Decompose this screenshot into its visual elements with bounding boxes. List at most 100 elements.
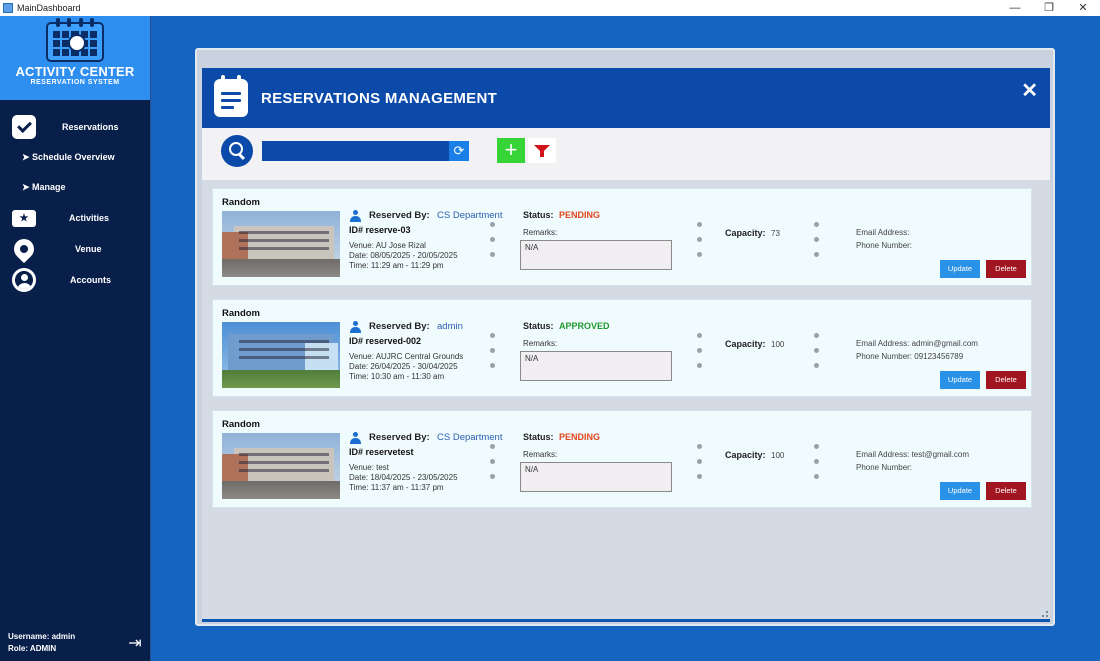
user-info: Username: admin Role: ADMIN	[8, 631, 75, 655]
reservation-id: ID# reservetest	[349, 447, 414, 457]
capacity-value: 73	[771, 229, 780, 238]
reserved-by-value: CS Department	[437, 210, 503, 221]
status-badge: PENDING	[559, 210, 601, 220]
time-text: Time: 11:37 am - 11:37 pm	[349, 483, 444, 492]
add-reservation-button[interactable]: +	[497, 138, 525, 163]
calendar-logo-icon	[46, 18, 104, 62]
sidebar-item-label: Activities	[69, 213, 110, 223]
capacity-label: Capacity:	[725, 450, 766, 460]
capacity-value: 100	[771, 451, 785, 460]
status-badge: APPROVED	[559, 321, 610, 331]
reserved-by-label: Reserved By:	[369, 210, 430, 221]
sidebar-item-accounts[interactable]: Accounts	[0, 267, 150, 293]
reserved-by-label: Reserved By:	[369, 432, 430, 443]
sidebar-item-label: ➤ Manage	[22, 181, 66, 192]
divider-dots	[814, 222, 819, 267]
logo: ACTIVITY CENTER RESERVATION SYSTEM	[0, 16, 150, 100]
venue-text: Venue: test	[349, 463, 390, 472]
maximize-button[interactable]: ❐	[1032, 0, 1066, 16]
window-controls: — ❐ ✕	[998, 0, 1100, 16]
reservation-card: Random Reserved By: CS Department ID# re…	[212, 410, 1032, 508]
window-title-bar: MainDashboard — ❐ ✕	[0, 0, 1100, 16]
user-circle-icon	[12, 268, 36, 292]
ticket-icon: ★	[12, 206, 36, 230]
user-icon	[350, 321, 361, 333]
email-text: Email Address:	[856, 228, 910, 237]
location-pin-icon	[9, 234, 39, 264]
page-header: RESERVATIONS MANAGEMENT ✕	[202, 68, 1050, 128]
phone-text: Phone Number:	[856, 241, 913, 250]
time-text: Time: 11:29 am - 11:29 pm	[349, 261, 444, 270]
time-text: Time: 10:30 am - 11:30 am	[349, 372, 445, 381]
sidebar-item-schedule-overview[interactable]: ➤ Schedule Overview	[0, 144, 150, 170]
divider-dots	[490, 222, 495, 267]
reservation-title: Random	[222, 308, 260, 319]
status-label: Status:	[523, 432, 554, 442]
date-text: Date: 26/04/2025 - 30/04/2025	[349, 362, 458, 371]
remarks-label: Remarks:	[523, 450, 558, 459]
main-panel: RESERVATIONS MANAGEMENT ✕ ⟳ + Random Res…	[195, 48, 1055, 626]
minimize-button[interactable]: —	[998, 0, 1032, 16]
delete-button[interactable]: Delete	[986, 482, 1026, 500]
filter-icon[interactable]	[528, 138, 556, 163]
close-icon[interactable]: ✕	[1021, 78, 1038, 103]
logout-icon[interactable]: ⇥	[126, 635, 144, 653]
reservation-id: ID# reserved-002	[349, 336, 422, 346]
remarks-box: N/A	[520, 240, 672, 270]
update-button[interactable]: Update	[940, 260, 980, 278]
refresh-button[interactable]: ⟳	[449, 141, 469, 161]
status-badge: PENDING	[559, 432, 601, 442]
user-icon	[350, 210, 361, 222]
search-icon[interactable]	[221, 135, 253, 167]
sidebar-item-label: Venue	[75, 244, 102, 254]
page-title: RESERVATIONS MANAGEMENT	[261, 89, 498, 107]
logo-subtitle: RESERVATION SYSTEM	[30, 79, 120, 86]
remarks-box: N/A	[520, 462, 672, 492]
reserved-by-value: CS Department	[437, 432, 503, 443]
reservation-card: Random Reserved By: CS Department ID# re…	[212, 188, 1032, 286]
resize-grip[interactable]	[1042, 611, 1048, 617]
app-icon	[3, 3, 13, 13]
check-icon	[12, 115, 36, 139]
delete-button[interactable]: Delete	[986, 260, 1026, 278]
reservation-id: ID# reserve-03	[349, 225, 411, 235]
venue-text: Venue: AU Jose Rizal	[349, 241, 426, 250]
reservation-card: Random Reserved By: admin ID# reserved-0…	[212, 299, 1032, 397]
reservation-title: Random	[222, 197, 260, 208]
sidebar-item-venue[interactable]: Venue	[0, 234, 150, 264]
remarks-label: Remarks:	[523, 339, 558, 348]
divider-dots	[697, 222, 702, 267]
update-button[interactable]: Update	[940, 371, 980, 389]
venue-photo	[222, 433, 340, 499]
window-close-button[interactable]: ✕	[1066, 0, 1100, 16]
sidebar-item-activities[interactable]: ★ Activities	[0, 205, 150, 231]
capacity-value: 100	[771, 340, 785, 349]
date-text: Date: 18/04/2025 - 23/05/2025	[349, 473, 458, 482]
venue-photo	[222, 211, 340, 277]
divider-dots	[697, 444, 702, 489]
delete-button[interactable]: Delete	[986, 371, 1026, 389]
logo-title: ACTIVITY CENTER	[15, 64, 135, 79]
divider-dots	[814, 444, 819, 489]
sidebar-item-manage[interactable]: ➤ Manage	[0, 174, 150, 200]
search-input[interactable]	[262, 141, 449, 161]
sidebar-item-label: Accounts	[70, 275, 112, 285]
sidebar-nav: Reservations ➤ Schedule Overview ➤ Manag…	[0, 100, 150, 640]
toolbar: ⟳ +	[202, 128, 1050, 180]
sidebar: ACTIVITY CENTER RESERVATION SYSTEM Reser…	[0, 16, 151, 661]
reserved-by-value: admin	[437, 321, 463, 332]
status-label: Status:	[523, 210, 554, 220]
remarks-label: Remarks:	[523, 228, 558, 237]
divider-dots	[697, 333, 702, 378]
status-label: Status:	[523, 321, 554, 331]
capacity-label: Capacity:	[725, 339, 766, 349]
sidebar-item-reservations[interactable]: Reservations	[0, 114, 150, 140]
capacity-label: Capacity:	[725, 228, 766, 238]
sidebar-item-label: Reservations	[62, 122, 119, 132]
role-label: Role: ADMIN	[8, 644, 57, 653]
remarks-box: N/A	[520, 351, 672, 381]
phone-text: Phone Number: 09123456789	[856, 352, 964, 361]
update-button[interactable]: Update	[940, 482, 980, 500]
reservations-frame: RESERVATIONS MANAGEMENT ✕ ⟳ + Random Res…	[202, 68, 1050, 622]
venue-photo	[222, 322, 340, 388]
